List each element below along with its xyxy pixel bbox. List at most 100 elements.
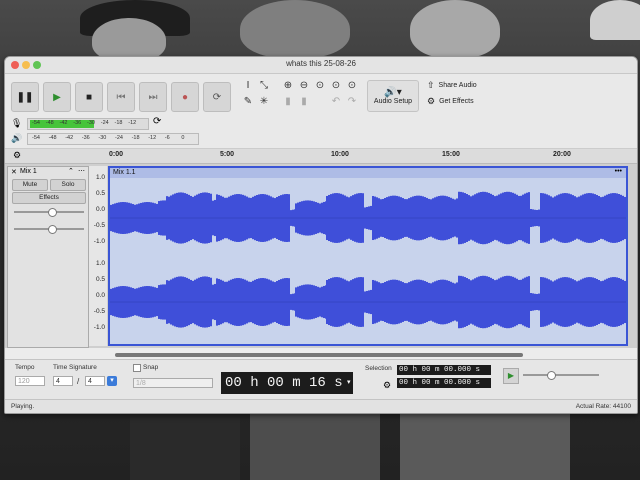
get-effects-button[interactable]: ⚙ Get Effects <box>427 94 474 108</box>
ts-denominator-dropdown-icon[interactable]: ▾ <box>107 376 117 386</box>
actual-rate: Actual Rate: 44100 <box>575 403 631 410</box>
playback-meter-tick-label: -18 <box>131 135 140 141</box>
mute-button[interactable]: Mute <box>12 179 48 191</box>
play-icon: ▶ <box>53 91 61 103</box>
meter-toolbar: 🎙 -54 -48 -42 -36 -30 -24 -18 -12 ⟳ 🔊 -54 -48 -42… <box>5 116 637 149</box>
snap-dropdown[interactable]: 1/8 <box>133 378 213 388</box>
audio-setup-button[interactable]: 🔊▾ Audio Setup <box>367 80 419 112</box>
playback-meter-tick-label: -54 <box>32 135 40 141</box>
clip-menu-icon[interactable]: ••• <box>615 168 622 175</box>
play-at-speed-button[interactable]: ▶ <box>503 368 519 384</box>
trim-button[interactable]: ▮ <box>281 94 295 108</box>
ruler-tick-label: 10:00 <box>331 151 349 158</box>
fit-selection-button[interactable]: ⊙ <box>313 78 327 92</box>
stop-button[interactable]: ■ <box>75 82 103 112</box>
record-meter-tick-label: -24 <box>100 120 109 126</box>
ts-numerator-field[interactable]: 4 <box>53 376 73 386</box>
title-bar: whats this 25-08-26 <box>5 57 637 74</box>
gain-slider-thumb[interactable] <box>48 208 57 217</box>
snap-checkbox[interactable] <box>133 364 141 372</box>
audio-clip[interactable]: Mix 1.1 ••• <box>108 166 628 346</box>
close-track-icon[interactable]: ✕ <box>11 168 17 176</box>
selection-gear-icon[interactable]: ⚙ <box>383 380 391 391</box>
amplitude-tick-label: -1.0 <box>93 324 105 331</box>
pause-button[interactable]: ❚❚ <box>11 82 39 112</box>
zoom-toggle-button[interactable]: ⊙ <box>345 78 359 92</box>
silence-button[interactable]: ▮ <box>297 94 311 108</box>
solo-button[interactable]: Solo <box>50 179 86 191</box>
record-meter-tick-label: -12 <box>128 120 137 126</box>
time-display[interactable]: 00 h 00 m 16 s <box>221 372 353 394</box>
draw-tool[interactable]: ✎ <box>241 94 255 108</box>
playback-meter-tick-label: -6 <box>164 135 170 141</box>
gain-slider[interactable] <box>14 208 84 217</box>
playback-meter-tick-label: 0 <box>181 135 185 141</box>
ruler-tick-label: 15:00 <box>442 151 460 158</box>
waveform[interactable] <box>110 178 626 344</box>
collapse-track-icon[interactable]: ⌃ <box>68 167 74 175</box>
pause-icon: ❚❚ <box>16 91 34 103</box>
snap-label: Snap <box>143 364 159 371</box>
status-bar: Playing. Actual Rate: 44100 <box>5 399 637 413</box>
ts-slash: / <box>77 377 80 386</box>
zoom-out-button[interactable]: ⊖ <box>297 78 311 92</box>
undo-button[interactable]: ↶ <box>329 94 343 108</box>
plugin-icon: ⚙ <box>427 95 436 106</box>
transport-toolbar: ❚❚ ▶ ■ ⏮ ⏭ ● ⟳ I ⤡ ✎ ✳ ⊕ ⊖ ⊙ ⊙ ⊙ ▮ ▮ ↶ ↷… <box>5 74 637 116</box>
play-button[interactable]: ▶ <box>43 82 71 112</box>
timeline-ruler[interactable]: ⚙ 0:00 5:00 10:00 15:00 20:00 <box>5 149 637 164</box>
record-meter-tick-label: -18 <box>114 120 123 126</box>
pan-slider-thumb[interactable] <box>48 225 57 234</box>
tempo-field[interactable]: 120 <box>15 376 45 386</box>
fit-project-button[interactable]: ⊙ <box>329 78 343 92</box>
legs-left <box>130 412 240 480</box>
time-display-menu-icon[interactable]: ▾ <box>347 378 351 386</box>
amplitude-scale: 1.0 0.5 0.0 -0.5 -1.0 1.0 0.5 0.0 -0.5 -1.0 <box>89 166 107 346</box>
playback-meter[interactable]: -54 -48 -42 -36 -30 -24 -18 -12 -6 0 <box>27 133 199 145</box>
envelope-tool[interactable]: ⤡ <box>257 78 271 92</box>
playback-meter-tick-label: -36 <box>81 135 90 141</box>
track-name[interactable]: Mix 1 <box>20 168 37 175</box>
selection-start-field[interactable]: 00 h 00 m 00.000 s <box>397 365 491 375</box>
record-meter[interactable]: -54 -48 -42 -36 -30 -24 -18 -12 <box>27 118 149 130</box>
clip-header[interactable]: Mix 1.1 ••• <box>110 168 626 178</box>
skip-to-end-button[interactable]: ⏭ <box>139 82 167 112</box>
record-meter-mic-icon[interactable]: 🎙 <box>11 118 22 129</box>
amplitude-tick-label: 1.0 <box>95 174 105 181</box>
track-control-panel: ✕ Mix 1 ⌃ ⋯ Mute Solo Effects <box>7 166 89 348</box>
horizontal-scrollbar[interactable] <box>115 353 523 357</box>
ruler-tick-label: 0:00 <box>109 151 124 158</box>
selection-end-field[interactable]: 00 h 00 m 00.000 s <box>397 378 491 388</box>
amplitude-tick-label: 0.5 <box>95 276 105 283</box>
fit-project-icon: ⊙ <box>331 79 341 91</box>
redo-button[interactable]: ↷ <box>345 94 359 108</box>
play-speed-slider-thumb[interactable] <box>547 371 556 380</box>
playback-meter-tick-label: -24 <box>115 135 123 141</box>
share-audio-button[interactable]: ⇧ Share Audio <box>427 78 477 92</box>
record-level-refresh-icon[interactable]: ⟳ <box>153 116 161 127</box>
skip-end-icon: ⏭ <box>148 91 158 103</box>
track-menu-icon[interactable]: ⋯ <box>78 167 85 175</box>
selection-tool[interactable]: I <box>241 78 255 92</box>
zoom-in-button[interactable]: ⊕ <box>281 78 295 92</box>
playback-meter-tick-label: -42 <box>65 135 74 141</box>
pan-slider[interactable] <box>14 225 84 234</box>
redo-icon: ↷ <box>347 95 357 107</box>
play-speed-slider[interactable] <box>523 371 599 380</box>
ruler-gear-icon[interactable]: ⚙ <box>13 150 21 161</box>
record-button[interactable]: ● <box>171 82 199 112</box>
record-meter-tick-label: -42 <box>59 120 68 126</box>
record-meter-tick-label: -36 <box>73 120 82 126</box>
loop-button[interactable]: ⟳ <box>203 82 231 112</box>
ts-denominator-field[interactable]: 4 <box>85 376 105 386</box>
zoom-out-icon: ⊖ <box>299 79 309 91</box>
record-meter-tick-label: -48 <box>45 120 54 126</box>
multi-tool-icon: ✳ <box>259 95 269 107</box>
playback-meter-tick-label: -30 <box>98 135 107 141</box>
skip-to-start-button[interactable]: ⏮ <box>107 82 135 112</box>
effects-button[interactable]: Effects <box>12 192 86 204</box>
pencil-icon: ✎ <box>243 95 253 107</box>
multi-tool[interactable]: ✳ <box>257 94 271 108</box>
playback-meter-speaker-icon[interactable]: 🔊 <box>11 133 22 144</box>
trim-icon: ▮ <box>285 95 291 107</box>
